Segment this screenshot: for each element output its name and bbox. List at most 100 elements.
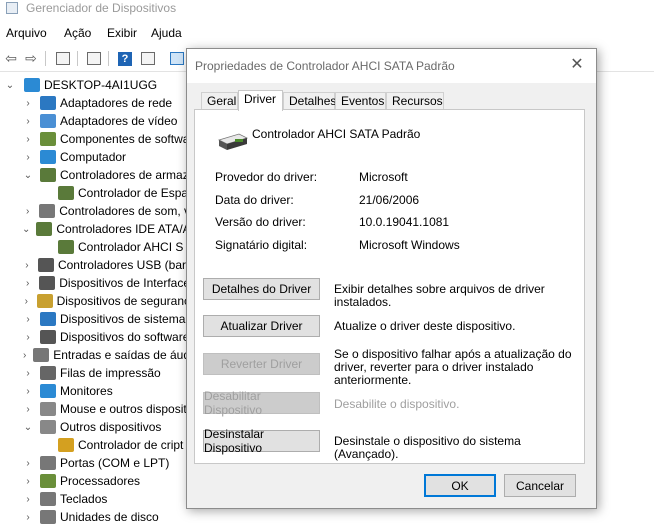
device-category-icon: [40, 420, 56, 434]
tab-geral[interactable]: Geral: [201, 92, 238, 110]
device-category-icon: [33, 348, 50, 362]
dialog-titlebar: Propriedades de Controlador AHCI SATA Pa…: [187, 49, 596, 83]
tree-item[interactable]: › Mouse e outros dispositi: [0, 400, 190, 418]
tree-item[interactable]: › Computador: [0, 148, 190, 166]
tree-item[interactable]: ⌄ Controladores de armaz: [0, 166, 190, 184]
tree-item[interactable]: Controlador AHCI S: [0, 238, 190, 256]
tree-item[interactable]: › Controladores de som, v: [0, 202, 190, 220]
chevron-right-icon[interactable]: ›: [22, 511, 34, 523]
cancel-button[interactable]: Cancelar: [504, 474, 576, 497]
tree-item[interactable]: ⌄ Controladores IDE ATA/A: [0, 220, 191, 238]
device-category-icon: [40, 402, 56, 416]
toolbar-separator: [45, 51, 46, 66]
uninstall-device-button[interactable]: Desinstalar Dispositivo: [203, 427, 320, 455]
device-category-icon: [40, 474, 56, 488]
device-name: Controlador AHCI SATA Padrão: [252, 127, 421, 141]
tree-item[interactable]: › Filas de impressão: [0, 364, 190, 382]
properties-icon[interactable]: [85, 50, 103, 67]
chevron-right-icon[interactable]: ›: [22, 115, 34, 127]
show-hide-console-tree-icon[interactable]: [54, 50, 72, 67]
tree-item[interactable]: › Dispositivos de Interface: [0, 274, 190, 292]
chevron-right-icon[interactable]: ›: [22, 295, 31, 307]
tree-item-label: Teclados: [60, 492, 108, 506]
tab-eventos[interactable]: Eventos: [335, 92, 386, 110]
tree-item[interactable]: › Portas (COM e LPT): [0, 454, 190, 472]
tab-detalhes[interactable]: Detalhes: [283, 92, 336, 110]
chevron-right-icon[interactable]: ›: [22, 313, 34, 325]
digital-signer-value: Microsoft Windows: [359, 238, 460, 252]
update-driver-button[interactable]: Atualizar Driver: [203, 315, 320, 337]
chevron-right-icon[interactable]: ›: [22, 151, 34, 163]
forward-arrow-icon[interactable]: ⇨: [22, 50, 40, 67]
ok-button[interactable]: OK: [424, 474, 496, 497]
tab-recursos[interactable]: Recursos: [386, 92, 444, 110]
tree-item[interactable]: ⌄ Outros dispositivos: [0, 418, 190, 436]
chevron-right-icon[interactable]: ›: [22, 385, 34, 397]
device-category-icon: [58, 186, 74, 200]
chevron-right-icon[interactable]: ›: [22, 457, 34, 469]
tree-item[interactable]: › Monitores: [0, 382, 190, 400]
menu-ajuda[interactable]: Ajuda: [151, 26, 182, 40]
tree-item-label: Controladores de armaz: [60, 168, 189, 182]
chevron-right-icon[interactable]: ›: [22, 403, 34, 415]
chevron-right-icon[interactable]: ›: [22, 205, 33, 217]
chevron-right-icon[interactable]: ›: [22, 331, 34, 343]
chevron-right-icon[interactable]: ›: [22, 349, 27, 361]
tree-item[interactable]: › Adaptadores de rede: [0, 94, 190, 112]
tree-item-label: Dispositivos de sistema: [60, 312, 186, 326]
help-icon[interactable]: ?: [116, 50, 134, 67]
tree-item[interactable]: › Adaptadores de vídeo: [0, 112, 190, 130]
tree-item[interactable]: Controlador de cript: [0, 436, 190, 454]
chevron-right-icon[interactable]: ›: [22, 367, 34, 379]
tab-driver[interactable]: Driver: [238, 90, 283, 111]
tree-item[interactable]: › Dispositivos do software: [0, 328, 190, 346]
action-pane-icon[interactable]: [139, 50, 157, 67]
menu-exibir[interactable]: Exibir: [107, 26, 137, 40]
disable-device-button[interactable]: Desabilitar Dispositivo: [203, 389, 320, 417]
chevron-right-icon[interactable]: ›: [22, 493, 34, 505]
chevron-right-icon[interactable]: ›: [22, 475, 34, 487]
device-category-icon: [36, 294, 53, 308]
tree-item[interactable]: › Unidades de disco: [0, 508, 190, 526]
chevron-down-icon[interactable]: ⌄: [22, 223, 30, 235]
tree-item-label: Dispositivos de Interface: [59, 276, 190, 290]
tree-root[interactable]: ⌄ DESKTOP-4AI1UGG: [0, 76, 190, 94]
chevron-right-icon[interactable]: ›: [22, 277, 33, 289]
tree-item[interactable]: Controlador de Espa: [0, 184, 190, 202]
monitor-icon[interactable]: [168, 50, 186, 67]
menu-acao[interactable]: Ação: [64, 26, 91, 40]
tree-item-label: Controladores de som, v: [59, 204, 190, 218]
menu-arquivo[interactable]: Arquivo: [6, 26, 47, 40]
tree-item-label: Mouse e outros dispositi: [60, 402, 190, 416]
digital-signer-label: Signatário digital:: [215, 238, 308, 252]
tree-item[interactable]: › Componentes de softwa: [0, 130, 190, 148]
driver-details-description: Exibir detalhes sobre arquivos de driver…: [334, 282, 545, 309]
chevron-down-icon[interactable]: ⌄: [22, 169, 34, 181]
chevron-right-icon[interactable]: ›: [22, 97, 34, 109]
tree-item-label: Controlador de Espa: [78, 186, 189, 200]
tree-item[interactable]: › Entradas e saídas de áud: [0, 346, 190, 364]
chevron-down-icon[interactable]: ⌄: [4, 79, 16, 91]
tree-item[interactable]: › Controladores USB (barr: [0, 256, 190, 274]
chevron-right-icon[interactable]: ›: [22, 259, 32, 271]
tree-item[interactable]: › Dispositivos de sistema: [0, 310, 190, 328]
chevron-right-icon[interactable]: ›: [22, 133, 34, 145]
tree-item[interactable]: › Processadores: [0, 472, 190, 490]
rollback-driver-button[interactable]: Reverter Driver: [203, 353, 320, 375]
back-arrow-icon[interactable]: ⇦: [2, 50, 20, 67]
driver-details-button[interactable]: Detalhes do Driver: [203, 278, 320, 300]
device-category-icon: [40, 96, 56, 110]
driver-provider-value: Microsoft: [359, 170, 408, 184]
close-icon[interactable]: ✕: [568, 56, 586, 74]
uninstall-device-description: Desinstale o dispositivo do sistema (Ava…: [334, 434, 521, 461]
properties-dialog: Propriedades de Controlador AHCI SATA Pa…: [186, 48, 597, 509]
tree-item-label: Computador: [60, 150, 127, 164]
device-category-icon: [39, 276, 56, 290]
tree-item[interactable]: › Teclados: [0, 490, 190, 508]
chevron-down-icon[interactable]: ⌄: [22, 421, 34, 433]
tree-item[interactable]: › Dispositivos de seguranç: [0, 292, 190, 310]
tree-item-label: Controlador de cript: [78, 438, 184, 452]
driver-provider-label: Provedor do driver:: [215, 170, 318, 184]
